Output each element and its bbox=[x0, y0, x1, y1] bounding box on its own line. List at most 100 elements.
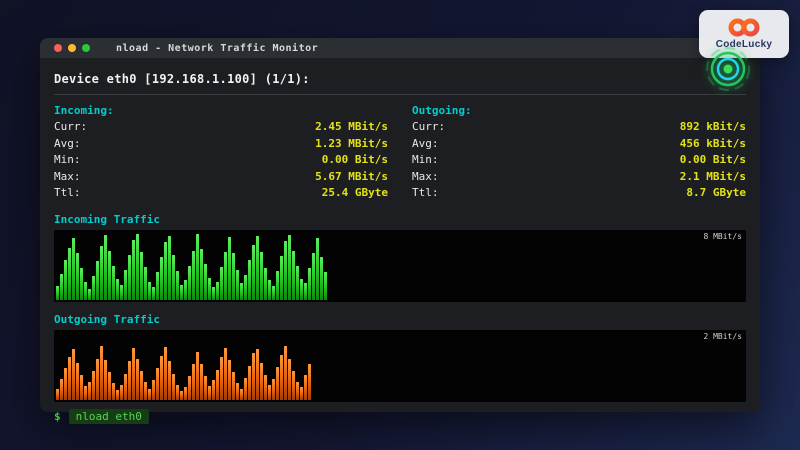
traffic-bar bbox=[284, 346, 287, 399]
traffic-bar bbox=[168, 236, 171, 299]
traffic-bar bbox=[260, 252, 263, 300]
traffic-bar bbox=[64, 260, 67, 299]
codelucky-infinity-icon bbox=[725, 18, 763, 37]
traffic-bar bbox=[208, 278, 211, 300]
traffic-bar bbox=[160, 257, 163, 299]
device-heading: Device eth0 [192.168.1.100] (1/1): bbox=[54, 72, 746, 86]
traffic-bar bbox=[156, 368, 159, 399]
traffic-bar bbox=[188, 266, 191, 300]
stat-row: Ttl: 8.7 GByte bbox=[412, 185, 746, 202]
traffic-bar bbox=[248, 260, 251, 299]
stat-value: 5.67 MBit/s bbox=[315, 169, 388, 186]
traffic-bar bbox=[296, 266, 299, 300]
window-title: nload - Network Traffic Monitor bbox=[116, 43, 318, 54]
stat-label: Ttl: bbox=[54, 185, 81, 202]
traffic-bar bbox=[228, 237, 231, 300]
traffic-bar bbox=[108, 372, 111, 399]
stat-value: 456 kBit/s bbox=[680, 136, 746, 153]
stat-row: Min: 0.00 Bit/s bbox=[54, 152, 388, 169]
outgoing-chart-title: Outgoing Traffic bbox=[54, 313, 746, 326]
stat-row: Curr: 892 kBit/s bbox=[412, 119, 746, 136]
stats-panel: Incoming: Curr: 2.45 MBit/s Avg: 1.23 MB… bbox=[54, 102, 746, 202]
shell-prompt: $ nload eth0 bbox=[54, 409, 746, 424]
traffic-bar bbox=[144, 382, 147, 400]
close-button[interactable] bbox=[54, 44, 62, 52]
traffic-bar bbox=[268, 280, 271, 299]
traffic-bar bbox=[252, 353, 255, 399]
traffic-bar bbox=[56, 286, 59, 300]
traffic-bar bbox=[188, 376, 191, 399]
traffic-bar bbox=[72, 349, 75, 399]
traffic-bar bbox=[136, 359, 139, 400]
traffic-bar bbox=[216, 370, 219, 400]
incoming-stats: Incoming: Curr: 2.45 MBit/s Avg: 1.23 MB… bbox=[54, 102, 388, 202]
traffic-bar bbox=[264, 375, 267, 399]
stat-row: Curr: 2.45 MBit/s bbox=[54, 119, 388, 136]
traffic-bar bbox=[72, 238, 75, 299]
traffic-bar bbox=[88, 289, 91, 300]
traffic-bar bbox=[200, 364, 203, 399]
traffic-bar bbox=[280, 355, 283, 400]
traffic-bar bbox=[96, 261, 99, 299]
traffic-bar bbox=[208, 386, 211, 400]
terminal-content: Device eth0 [192.168.1.100] (1/1): Incom… bbox=[40, 58, 760, 424]
traffic-bar bbox=[96, 359, 99, 400]
traffic-bar bbox=[84, 282, 87, 300]
traffic-bar bbox=[308, 364, 311, 399]
traffic-bar bbox=[152, 287, 155, 299]
traffic-bar bbox=[64, 368, 67, 399]
traffic-bar bbox=[204, 264, 207, 299]
prompt-command: nload eth0 bbox=[69, 409, 149, 424]
traffic-bar bbox=[56, 389, 59, 400]
traffic-bar bbox=[224, 348, 227, 400]
traffic-bar bbox=[132, 240, 135, 300]
traffic-bar bbox=[196, 234, 199, 299]
traffic-bar bbox=[292, 371, 295, 400]
stat-value: 0.00 Bit/s bbox=[680, 152, 746, 169]
traffic-bar bbox=[184, 387, 187, 399]
traffic-bar bbox=[132, 348, 135, 400]
traffic-bar bbox=[80, 375, 83, 399]
stat-row: Ttl: 25.4 GByte bbox=[54, 185, 388, 202]
traffic-bar bbox=[212, 287, 215, 299]
traffic-bar bbox=[112, 266, 115, 300]
stat-label: Curr: bbox=[54, 119, 87, 136]
stat-value: 25.4 GByte bbox=[322, 185, 388, 202]
stat-row: Min: 0.00 Bit/s bbox=[412, 152, 746, 169]
traffic-bar bbox=[60, 274, 63, 300]
traffic-bar bbox=[144, 267, 147, 300]
traffic-bar bbox=[200, 249, 203, 299]
traffic-bar bbox=[316, 238, 319, 299]
incoming-chart-title: Incoming Traffic bbox=[54, 213, 746, 226]
traffic-bar bbox=[220, 267, 223, 300]
traffic-bar bbox=[192, 251, 195, 300]
traffic-bar bbox=[228, 360, 231, 399]
maximize-button[interactable] bbox=[82, 44, 90, 52]
stat-row: Avg: 456 kBit/s bbox=[412, 136, 746, 153]
traffic-bar bbox=[272, 379, 275, 399]
traffic-bar bbox=[152, 380, 155, 399]
incoming-stats-title: Incoming: bbox=[54, 102, 388, 119]
traffic-lights bbox=[54, 44, 90, 52]
traffic-bar bbox=[240, 389, 243, 400]
traffic-bar bbox=[136, 234, 139, 300]
stat-label: Min: bbox=[412, 152, 439, 169]
traffic-bar bbox=[92, 371, 95, 400]
minimize-button[interactable] bbox=[68, 44, 76, 52]
traffic-bar bbox=[116, 279, 119, 299]
traffic-bar bbox=[280, 256, 283, 300]
stat-row: Avg: 1.23 MBit/s bbox=[54, 136, 388, 153]
outgoing-chart-bars bbox=[56, 332, 744, 400]
traffic-bar bbox=[260, 363, 263, 400]
traffic-bar bbox=[196, 352, 199, 400]
traffic-bar bbox=[268, 385, 271, 400]
traffic-bar bbox=[168, 361, 171, 399]
traffic-bar bbox=[312, 253, 315, 299]
traffic-bar bbox=[148, 389, 151, 400]
traffic-bar bbox=[172, 374, 175, 400]
incoming-traffic-chart: 8 MBit/s bbox=[54, 230, 746, 302]
traffic-bar bbox=[320, 257, 323, 299]
stat-value: 0.00 Bit/s bbox=[322, 152, 388, 169]
traffic-bar bbox=[80, 268, 83, 299]
traffic-bar bbox=[216, 282, 219, 300]
